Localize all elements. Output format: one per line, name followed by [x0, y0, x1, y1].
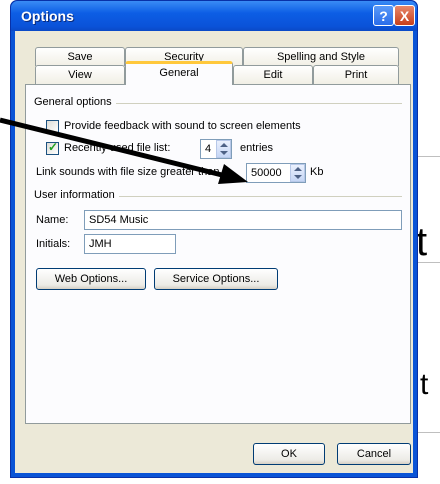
tab-print[interactable]: Print [313, 65, 399, 84]
feedback-sound-checkbox[interactable] [46, 120, 59, 133]
feedback-sound-label: Provide feedback with sound to screen el… [64, 120, 301, 132]
link-sounds-label: Link sounds with file size greater than [36, 166, 220, 178]
slide-line [418, 432, 440, 433]
tab-save[interactable]: Save [35, 47, 125, 66]
help-button[interactable]: ? [373, 5, 394, 26]
web-options-button[interactable]: Web Options... [36, 268, 146, 290]
help-icon: ? [379, 8, 388, 24]
dialog-body: Save Security Spelling and Style View Ge… [15, 31, 413, 473]
slide-text: t [420, 368, 429, 401]
close-button[interactable]: X [394, 5, 415, 26]
tab-edit[interactable]: Edit [233, 65, 313, 84]
recently-used-checkbox[interactable]: ✓ [46, 140, 59, 155]
spin-up-icon [220, 143, 228, 147]
recently-used-label: Recently used file list: [64, 142, 171, 154]
user-information-heading: User information [34, 189, 119, 201]
kb-label: Kb [310, 166, 324, 178]
spin-down-icon [220, 151, 228, 155]
close-icon: X [399, 8, 410, 24]
service-options-button[interactable]: Service Options... [154, 268, 278, 290]
name-label: Name: [36, 214, 69, 226]
initials-label: Initials: [36, 238, 71, 250]
recently-used-spinner[interactable] [216, 140, 231, 158]
options-dialog: Options ? X Save Security Spelling and S… [10, 0, 418, 478]
general-options-heading: General options [34, 96, 116, 108]
slide-line [418, 156, 440, 157]
cancel-button[interactable]: Cancel [337, 443, 411, 465]
title-bar: Options ? X [11, 1, 417, 31]
initials-field[interactable]: JMH [84, 234, 176, 254]
tab-general[interactable]: General [125, 61, 233, 85]
link-sounds-spinner[interactable] [290, 164, 305, 182]
tab-spelling-and-style[interactable]: Spelling and Style [243, 47, 399, 66]
checkmark-icon: ✓ [48, 140, 59, 154]
spin-down-icon [294, 175, 302, 179]
general-tab-panel: General options Provide feedback with so… [25, 84, 411, 424]
ok-button[interactable]: OK [253, 443, 325, 465]
dialog-title: Options [21, 8, 74, 24]
spin-up-icon [294, 167, 302, 171]
tab-view[interactable]: View [35, 65, 125, 84]
entries-label: entries [240, 142, 274, 154]
name-field[interactable]: SD54 Music [84, 210, 402, 230]
